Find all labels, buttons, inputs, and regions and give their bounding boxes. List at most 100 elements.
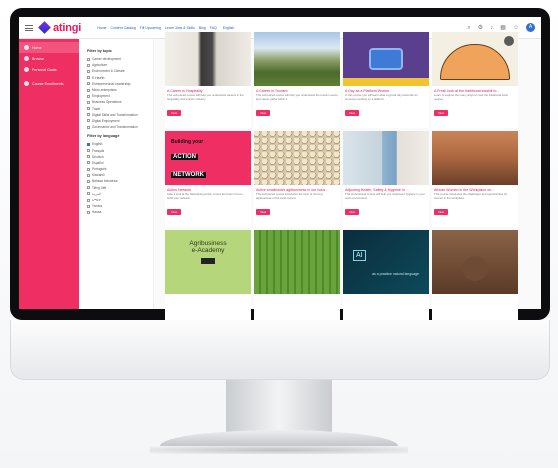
nav-link-fill-upcoming[interactable]: Fill Upcoming xyxy=(140,26,161,30)
checkbox[interactable] xyxy=(87,113,90,117)
book-icon xyxy=(24,81,29,86)
course-card[interactable] xyxy=(254,230,340,326)
option-label: Employment xyxy=(92,94,110,99)
view-course-button[interactable]: View xyxy=(434,110,449,117)
course-card[interactable]: A Day as a Platform Worker In this cours… xyxy=(343,32,429,128)
course-title[interactable]: African Women in the Workplace on... xyxy=(432,185,518,193)
course-thumbnail xyxy=(254,230,340,294)
course-description: This self-paced course will help you und… xyxy=(167,94,244,101)
option-label: Tiếng Việt xyxy=(92,185,107,190)
course-card[interactable]: Building your ACTION NETWORK Action Netw… xyxy=(165,131,251,227)
view-course-button[interactable]: View xyxy=(256,110,271,117)
menu-icon[interactable] xyxy=(25,24,33,31)
course-card[interactable]: A Fresh look at the traditional swahili … xyxy=(432,32,518,128)
top-navigation: Home Content Catalog Fill Upcoming Learn… xyxy=(97,26,234,30)
info-badge-icon xyxy=(504,36,514,46)
option-label: Business Operations xyxy=(92,100,122,105)
course-thumbnail xyxy=(165,32,251,86)
course-title[interactable]: A Career in Hospitality xyxy=(165,86,251,94)
graduation-cap-icon xyxy=(201,258,215,264)
language-select[interactable]: English xyxy=(223,26,234,30)
checkbox[interactable] xyxy=(87,76,90,80)
checkbox[interactable] xyxy=(87,100,90,104)
course-card[interactable]: Active smallholder agribusiness in our h… xyxy=(254,131,340,227)
checkbox[interactable] xyxy=(87,179,90,183)
checkbox[interactable] xyxy=(87,69,90,73)
avatar[interactable]: A xyxy=(526,23,535,32)
course-card[interactable] xyxy=(432,230,518,326)
option-label: العربية xyxy=(92,191,101,196)
course-thumbnail: AI as a practice natural language xyxy=(343,230,429,294)
course-thumbnail xyxy=(254,131,340,185)
nav-link-content-catalog[interactable]: Content Catalog xyxy=(110,26,135,30)
checkbox[interactable] xyxy=(87,94,90,98)
sidebar-item-browse[interactable]: Browse xyxy=(19,53,79,64)
course-title[interactable]: A Fresh look at the traditional swahili … xyxy=(432,86,518,94)
sidebar-item-label: Browse xyxy=(32,56,44,61)
option-label: Digital Employment xyxy=(92,118,120,123)
checkbox[interactable] xyxy=(87,63,90,67)
checkbox[interactable] xyxy=(87,210,90,214)
monitor-stand-neck xyxy=(226,380,332,432)
course-title[interactable]: Action Network xyxy=(165,185,251,193)
checkbox[interactable] xyxy=(87,125,90,129)
monitor-stand-base xyxy=(160,430,398,446)
thumbnail-text: e-Academy xyxy=(191,247,225,254)
course-thumbnail xyxy=(254,32,340,86)
checkbox[interactable] xyxy=(87,119,90,123)
course-card[interactable]: Adjusting Health, Safety & Hygiene in ..… xyxy=(343,131,429,227)
checkbox[interactable] xyxy=(87,82,90,86)
checkbox[interactable] xyxy=(87,167,90,171)
checkbox[interactable] xyxy=(87,149,90,153)
car-illustration xyxy=(369,48,403,70)
course-title[interactable]: Adjusting Health, Safety & Hygiene in ..… xyxy=(343,185,429,193)
option-label: አማርኛ xyxy=(92,198,101,203)
language-filter-option[interactable]: Hausa xyxy=(87,209,145,215)
option-label: Micro-enterprises xyxy=(92,88,117,93)
view-course-button[interactable]: View xyxy=(345,110,360,117)
course-description: This professional course will help you i… xyxy=(345,193,425,200)
view-course-button[interactable]: View xyxy=(167,209,182,216)
nav-link-jobs-skills[interactable]: Learn Jobs & Skills xyxy=(165,26,195,30)
checkbox[interactable] xyxy=(87,192,90,196)
sidebar-item-label: Home xyxy=(32,45,42,50)
nav-link-faq[interactable]: FAQ xyxy=(210,26,217,30)
course-title[interactable]: A Career in Tourism xyxy=(254,86,340,94)
checkbox[interactable] xyxy=(87,198,90,202)
view-course-button[interactable]: View xyxy=(167,110,182,117)
course-title[interactable]: Active smallholder agribusiness in our h… xyxy=(254,185,340,193)
search-icon[interactable]: ⌕ xyxy=(467,25,470,31)
course-card[interactable]: A Career in Hospitality This self-paced … xyxy=(165,32,251,128)
course-card[interactable]: AI as a practice natural language xyxy=(343,230,429,326)
option-label: Digital Skills and Transformation xyxy=(92,112,138,117)
option-label: Trade xyxy=(92,106,101,111)
course-description: Learn to explore the many ways to cook t… xyxy=(434,94,508,101)
checkbox[interactable] xyxy=(87,186,90,190)
logo-icon xyxy=(38,21,51,34)
checkbox[interactable] xyxy=(87,107,90,111)
checkbox[interactable] xyxy=(87,57,90,61)
checkbox[interactable] xyxy=(87,173,90,177)
view-course-button[interactable]: View xyxy=(256,209,271,216)
checkbox[interactable] xyxy=(87,142,90,146)
checkbox[interactable] xyxy=(87,161,90,165)
view-course-button[interactable]: View xyxy=(434,209,449,216)
course-title[interactable]: A Day as a Platform Worker xyxy=(343,86,429,94)
course-card[interactable]: Agribusiness e-Academy xyxy=(165,230,251,326)
nav-link-home[interactable]: Home xyxy=(97,26,106,30)
checkbox[interactable] xyxy=(87,155,90,159)
checkbox[interactable] xyxy=(87,88,90,92)
logo-text[interactable]: atingi xyxy=(53,22,81,34)
thumbnail-text: AI xyxy=(353,250,366,261)
nav-link-blog[interactable]: Blog xyxy=(199,26,206,30)
sidebar-item-home[interactable]: Home xyxy=(19,42,79,53)
sidebar-item-course-enrollments[interactable]: Course Enrollments xyxy=(19,78,79,89)
option-label: Environment & Climate xyxy=(92,69,125,74)
view-course-button[interactable]: View xyxy=(345,209,360,216)
option-label: Hausa xyxy=(92,210,102,215)
checkbox[interactable] xyxy=(87,204,90,208)
course-card[interactable]: A Career in Tourism This self-paced cour… xyxy=(254,32,340,128)
course-card[interactable]: African Women in the Workplace on... Thi… xyxy=(432,131,518,227)
sidebar-item-personal-goals[interactable]: Personal Goals xyxy=(19,64,79,75)
course-thumbnail: Building your ACTION NETWORK xyxy=(165,131,251,185)
